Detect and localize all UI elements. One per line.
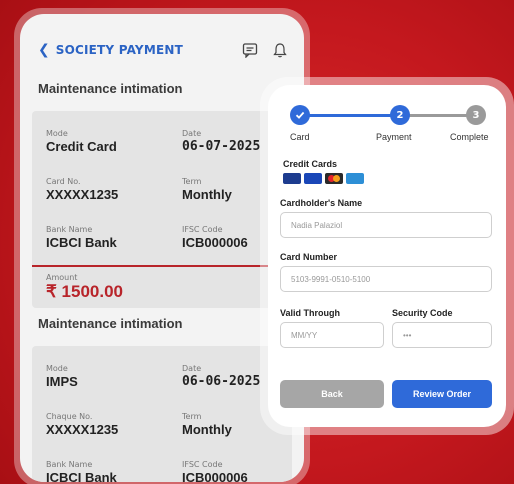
app-header: ❮ SOCIETY PAYMENT (20, 29, 304, 71)
mode-field: Mode IMPS (46, 364, 78, 389)
back-chevron-icon[interactable]: ❮ (38, 42, 50, 58)
step-payment[interactable]: 2 (390, 105, 410, 125)
page-title: SOCIETY PAYMENT (55, 43, 183, 57)
message-icon[interactable] (240, 40, 260, 60)
amount-value: ₹ 1500.00 (46, 282, 123, 301)
card-number-input[interactable]: 5103-9991-0510-5100 (280, 266, 492, 292)
card-number-label: Card Number (280, 252, 338, 262)
security-code-label: Security Code (392, 308, 453, 318)
checkout-stepper: 2 3 Card Payment Complete (280, 85, 494, 145)
step-complete[interactable]: 3 (466, 105, 486, 125)
cheque-no-field: Chaque No. XXXXX1235 (46, 412, 119, 437)
paypal-icon[interactable] (283, 173, 301, 184)
security-code-input[interactable]: ••• (392, 322, 492, 348)
review-order-button[interactable]: Review Order (392, 380, 492, 408)
credit-cards-label: Credit Cards (283, 159, 338, 169)
step-label-complete: Complete (450, 132, 489, 142)
amex-icon[interactable] (346, 173, 364, 184)
bell-icon[interactable] (270, 40, 290, 60)
step-label-card: Card (290, 132, 310, 142)
amount-field: Amount ₹ 1500.00 (46, 267, 292, 308)
card-brand-list (283, 173, 494, 184)
transaction-card[interactable]: Mode IMPS Date 06-06-2025 Chaque No. XXXXX1… (32, 346, 292, 482)
mode-field: Mode Credit Card (46, 129, 117, 154)
step-label-payment: Payment (376, 132, 412, 142)
cardholder-name-label: Cardholder's Name (280, 198, 363, 208)
stepper-line-complete (300, 114, 392, 117)
step-card-check-icon[interactable] (290, 105, 310, 125)
bank-name-field: Bank Name ICBCI Bank (46, 460, 117, 482)
ifsc-code-field: IFSC Code ICB000006 (182, 460, 248, 482)
transaction-card[interactable]: Mode Credit Card Date 06-07-2025 Card No. X… (32, 111, 292, 308)
valid-through-input[interactable]: MM/YY (280, 322, 384, 348)
back-button[interactable]: Back (280, 380, 384, 408)
card-no-field: Card No. XXXXX1235 (46, 177, 119, 202)
mastercard-icon[interactable] (325, 173, 343, 184)
bank-name-field: Bank Name ICBCI Bank (46, 225, 117, 250)
payment-form: 2 3 Card Payment Complete Credit Cards C… (268, 85, 506, 427)
payment-card-frame: 2 3 Card Payment Complete Credit Cards C… (260, 77, 514, 435)
cardholder-name-input[interactable]: Nadia Palaziol (280, 212, 492, 238)
valid-through-label: Valid Through (280, 308, 340, 318)
visa-icon[interactable] (304, 173, 322, 184)
